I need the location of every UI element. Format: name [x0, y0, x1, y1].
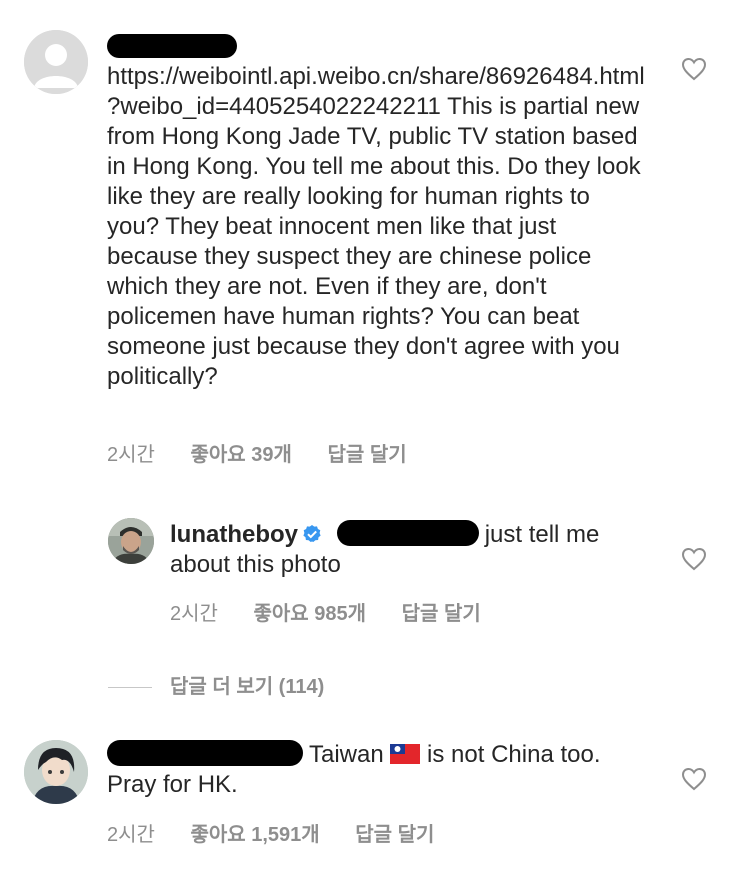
comment-meta: 2시간 좋아요 1,591개 답글 달기 — [107, 818, 434, 847]
user-photo-icon — [108, 518, 154, 564]
verified-badge-icon — [303, 525, 321, 542]
likes-count[interactable]: 좋아요 39개 — [191, 438, 292, 467]
default-avatar-icon — [24, 30, 88, 94]
avatar[interactable] — [24, 30, 88, 94]
view-replies-label[interactable]: 답글 더 보기 (114) — [170, 676, 324, 698]
avatar[interactable] — [108, 518, 154, 564]
view-more-replies[interactable]: 답글 더 보기 (114) — [108, 670, 324, 699]
heart-icon[interactable] — [681, 57, 707, 81]
redacted-mention — [336, 520, 479, 546]
comment-time: 2시간 — [170, 603, 218, 625]
comment-1: https://weibointl.api.weibo.cn/share/869… — [0, 0, 750, 480]
username[interactable]: lunatheboy — [170, 521, 298, 548]
anime-avatar-icon — [24, 740, 88, 804]
comment-time: 2시간 — [107, 444, 155, 466]
comment-text: lunatheboy just tell me about this photo — [170, 520, 600, 578]
comment-meta: 2시간 좋아요 39개 답글 달기 — [107, 438, 407, 467]
heart-icon[interactable] — [681, 767, 707, 791]
reply-button[interactable]: 답글 달기 — [327, 438, 406, 467]
avatar[interactable] — [24, 740, 88, 804]
comment-text: https://weibointl.api.weibo.cn/share/869… — [107, 32, 647, 392]
heart-icon[interactable] — [681, 547, 707, 571]
reply-button[interactable]: 답글 달기 — [355, 818, 434, 847]
comment-time: 2시간 — [107, 824, 155, 846]
redacted-username — [107, 740, 303, 766]
redacted-username — [107, 34, 237, 58]
comment-meta: 2시간 좋아요 985개 답글 달기 — [170, 597, 481, 626]
divider-line — [108, 687, 152, 689]
taiwan-flag-icon — [390, 744, 421, 764]
comment-text: Taiwan is not China too. Pray for HK. — [107, 740, 601, 798]
likes-count[interactable]: 좋아요 1,591개 — [191, 818, 320, 847]
likes-count[interactable]: 좋아요 985개 — [254, 597, 367, 626]
reply-button[interactable]: 답글 달기 — [402, 597, 481, 626]
comment-2-reply: lunatheboy just tell me about this photo… — [0, 500, 750, 640]
comment-3: Taiwan is not China too. Pray for HK. 2시… — [0, 725, 750, 865]
